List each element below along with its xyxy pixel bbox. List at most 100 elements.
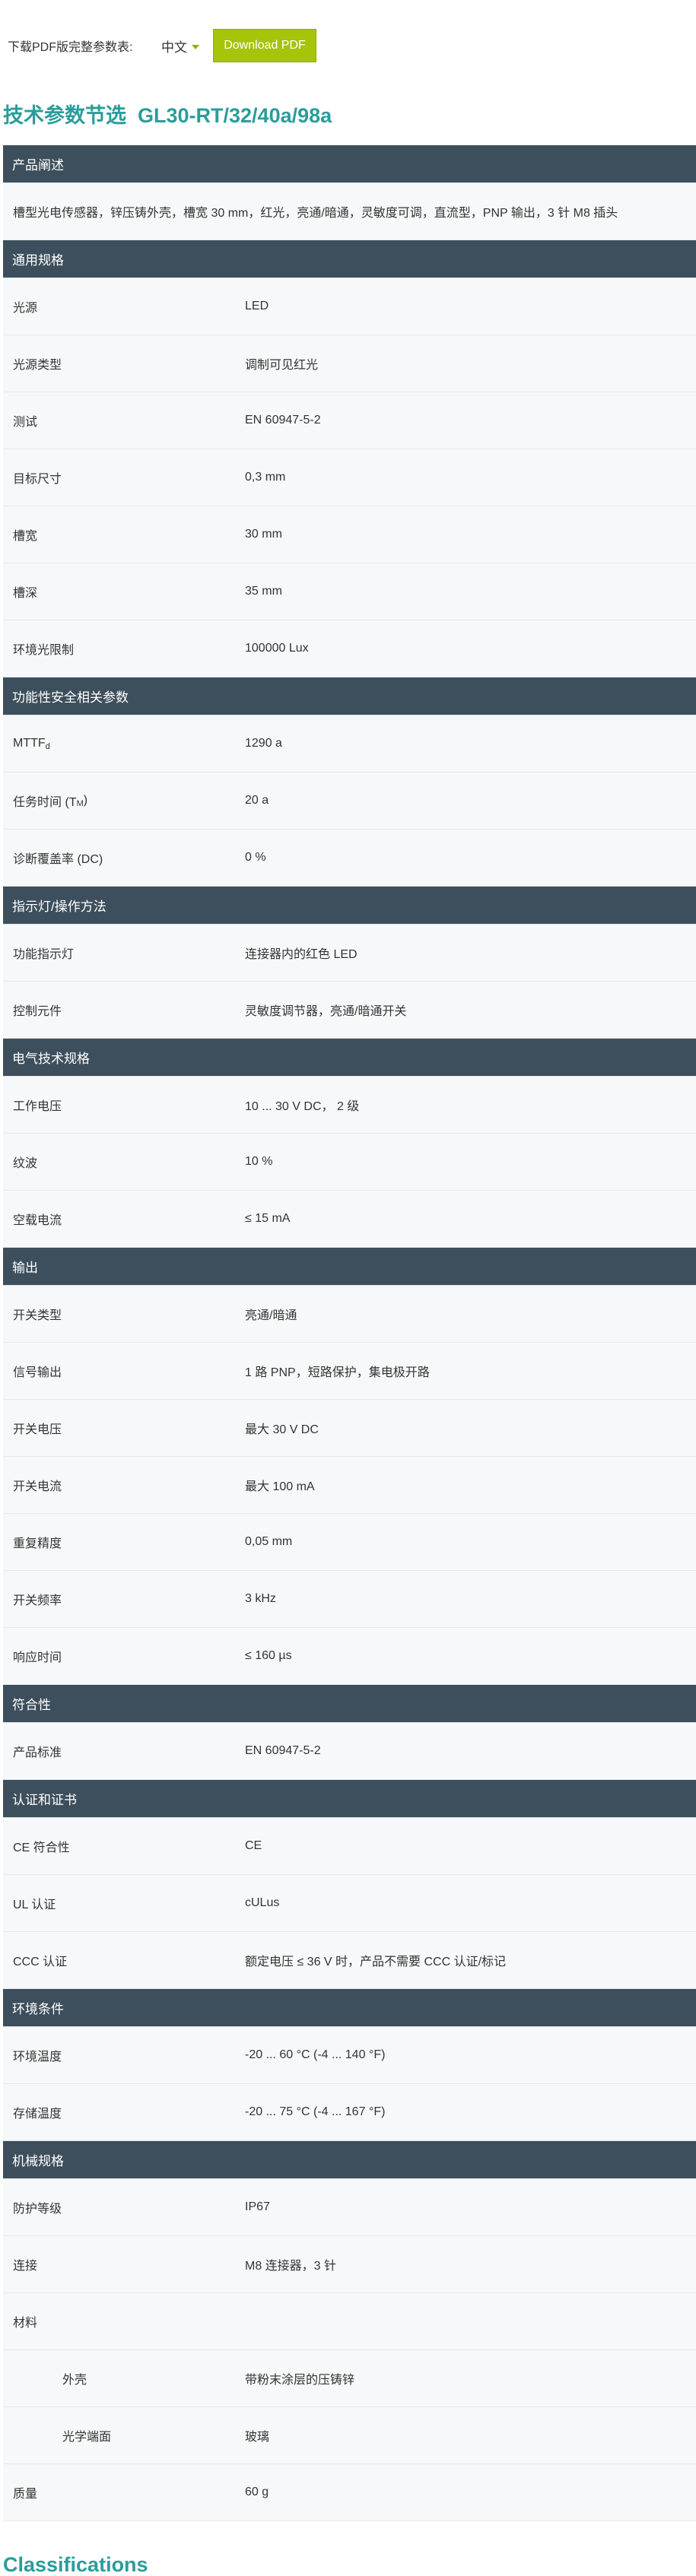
- spec-value: 亮通/暗通: [245, 1309, 297, 1322]
- spec-value: 连接器内的红色 LED: [245, 948, 358, 961]
- spec-label-text: 重复精度: [13, 1537, 62, 1550]
- spec-label-text: 诊断覆盖率 (DC): [13, 853, 103, 866]
- spec-row: 环境光限制 100000 Lux: [3, 620, 696, 677]
- spec-value: IP67: [245, 2200, 270, 2213]
- spec-label: 光源类型: [13, 335, 62, 392]
- spec-row: 工作电压 10 ... 30 V DC， 2 级: [3, 1077, 696, 1134]
- spec-label: 光源: [13, 278, 37, 335]
- spec-value: ≤ 160 µs: [245, 1649, 292, 1662]
- download-label: 下载PDF版完整参数表:: [8, 41, 133, 54]
- spec-row: 开关频率 3 kHz: [3, 1571, 696, 1628]
- spec-value: 调制可见红光: [245, 359, 319, 372]
- spec-row: 纹波 10 %: [3, 1134, 696, 1191]
- spec-row: 控制元件 灵敏度调节器，亮通/暗通开关: [3, 982, 696, 1039]
- spec-row: 响应时间 ≤ 160 µs: [3, 1628, 696, 1685]
- spec-value: LED: [245, 300, 269, 312]
- spec-row: 任务时间 (T M) 20 a: [3, 772, 696, 830]
- spec-label: 环境光限制: [13, 620, 74, 677]
- spec-label: CCC 认证: [13, 1932, 67, 1988]
- spec-row: 质量 60 g: [3, 2464, 696, 2521]
- spec-label-text: 控制元件: [13, 1005, 62, 1018]
- spec-label: 外壳: [62, 2350, 87, 2406]
- product-description: 槽型光电传感器，锌压铸外壳，槽宽 30 mm，红光，亮通/暗通，灵敏度可调，直流…: [3, 183, 696, 240]
- section-header: 通用规格: [3, 240, 696, 278]
- spec-label-text: 光学端面: [62, 2431, 112, 2444]
- spec-row: 连接 M8 连接器，3 针: [3, 2236, 696, 2293]
- spec-label-text: 连接: [13, 2260, 38, 2273]
- spec-label: 材料: [13, 2293, 37, 2349]
- spec-row: 空载电流 ≤ 15 mA: [3, 1191, 696, 1248]
- section-header: 指示灯/操作方法: [3, 887, 696, 925]
- spec-label-text: 纹波: [13, 1157, 38, 1170]
- spec-label: UL 认证: [13, 1875, 56, 1931]
- spec-row: 开关电压 最大 30 V DC: [3, 1400, 696, 1457]
- spec-row: 测试 EN 60947-5-2: [3, 392, 696, 449]
- classifications-heading: Classifications: [3, 2553, 148, 2576]
- download-pdf-button[interactable]: Download PDF: [213, 29, 316, 62]
- spec-value: 灵敏度调节器，亮通/暗通开关: [245, 1005, 407, 1018]
- spec-row: 开关类型 亮通/暗通: [3, 1286, 696, 1343]
- spec-row: 功能指示灯 连接器内的红色 LED: [3, 925, 696, 982]
- spec-row: UL 认证 cULus: [3, 1875, 696, 1932]
- spec-value: CE: [245, 1839, 262, 1852]
- spec-label-text: 任务时间 (T: [13, 796, 77, 809]
- spec-label: 槽宽: [13, 506, 37, 563]
- spec-label: MTTF d: [13, 715, 50, 772]
- spec-label: 工作电压: [13, 1077, 62, 1133]
- spec-label: CE 符合性: [13, 1818, 70, 1874]
- spec-row: 防护等级 IP67: [3, 2179, 696, 2236]
- spec-label-text: CE 符合性: [13, 1842, 70, 1854]
- spec-table: 产品阐述 槽型光电传感器，锌压铸外壳，槽宽 30 mm，红光，亮通/暗通，灵敏度可…: [3, 145, 696, 2521]
- spec-label: 开关电压: [13, 1400, 62, 1456]
- spec-value: 35 mm: [245, 585, 282, 598]
- spec-label-text: 环境光限制: [13, 644, 75, 657]
- spec-label: 响应时间: [13, 1628, 62, 1684]
- spec-value: M8 连接器，3 针: [245, 2260, 337, 2273]
- spec-label-text: 测试: [13, 416, 38, 429]
- spec-label-text: MTTF: [13, 737, 46, 750]
- spec-label-text: 工作电压: [13, 1100, 62, 1113]
- spec-label-text: 槽深: [13, 587, 38, 600]
- spec-value: 0,3 mm: [245, 471, 286, 484]
- spec-label: 开关频率: [13, 1571, 62, 1627]
- spec-label-text: 功能指示灯: [13, 948, 75, 961]
- spec-row: MTTF d 1290 a: [3, 715, 696, 772]
- spec-row: 诊断覆盖率 (DC) 0 %: [3, 830, 696, 887]
- section-header: 输出: [3, 1248, 696, 1286]
- spec-label-text: 响应时间: [13, 1651, 62, 1664]
- language-select[interactable]: 中文: [161, 36, 199, 56]
- spec-row: 光源类型 调制可见红光: [3, 335, 696, 392]
- spec-value: 最大 100 mA: [245, 1480, 315, 1493]
- spec-row: 信号输出 1 路 PNP，短路保护，集电极开路: [3, 1343, 696, 1400]
- section-header: 电气技术规格: [3, 1039, 696, 1077]
- spec-label: 存储温度: [13, 2084, 62, 2140]
- spec-row: CE 符合性 CE: [3, 1818, 696, 1875]
- spec-label: 控制元件: [13, 982, 62, 1038]
- spec-label: 产品标准: [13, 1723, 62, 1779]
- language-value: 中文: [161, 40, 187, 55]
- spec-row: 存储温度 -20 ... 75 °C (-4 ... 167 °F): [3, 2084, 696, 2141]
- spec-label-text: 质量: [13, 2488, 38, 2501]
- spec-value: 20 a: [245, 794, 269, 807]
- spec-label: 任务时间 (T M): [13, 772, 87, 829]
- section-header: 产品阐述: [3, 145, 696, 183]
- spec-value: 玻璃: [245, 2431, 270, 2444]
- section-header: 符合性: [3, 1685, 696, 1723]
- download-bar: 下载PDF版完整参数表: 中文 Download PDF: [0, 0, 696, 90]
- spec-label: 信号输出: [13, 1343, 62, 1399]
- spec-value: 1 路 PNP，短路保护，集电极开路: [245, 1366, 430, 1379]
- title-model: GL30-RT/32/40a/98a: [138, 104, 332, 127]
- spec-label-text: 开关频率: [13, 1594, 62, 1607]
- spec-label: 功能指示灯: [13, 925, 74, 981]
- spec-value: 最大 30 V DC: [245, 1423, 319, 1436]
- spec-value: 10 %: [245, 1155, 273, 1168]
- spec-row: 光源 LED: [3, 278, 696, 335]
- spec-row: 重复精度 0,05 mm: [3, 1514, 696, 1571]
- spec-row: 环境温度 -20 ... 60 °C (-4 ... 140 °F): [3, 2027, 696, 2084]
- section-header: 环境条件: [3, 1989, 696, 2027]
- title-prefix: 技术参数节选: [3, 104, 126, 127]
- spec-value: 0,05 mm: [245, 1535, 293, 1548]
- spec-label: 重复精度: [13, 1514, 62, 1570]
- spec-row: 开关电流 最大 100 mA: [3, 1457, 696, 1514]
- spec-row: 槽宽 30 mm: [3, 506, 696, 563]
